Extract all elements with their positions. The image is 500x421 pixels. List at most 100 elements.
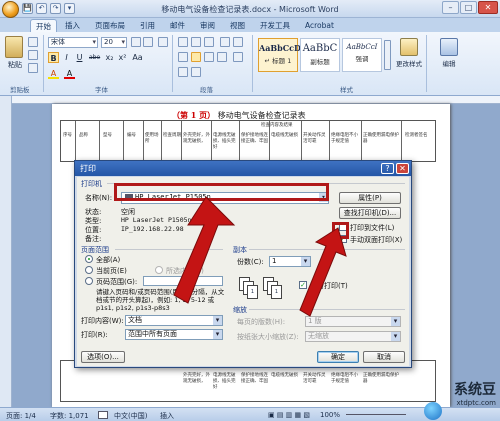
- minimize-button[interactable]: –: [442, 1, 459, 14]
- range-current-radio[interactable]: [85, 266, 93, 274]
- font-size-select[interactable]: 20: [101, 37, 127, 48]
- vertical-ruler[interactable]: [0, 96, 12, 407]
- print-label: 打印(R):: [81, 331, 108, 339]
- paste-label[interactable]: 粘贴: [8, 60, 22, 70]
- tab-developer[interactable]: 开发工具: [255, 19, 295, 32]
- style-sample: AaBbC: [302, 43, 338, 54]
- font-name-select[interactable]: 宋体: [48, 37, 98, 48]
- word-count[interactable]: 字数: 1,071: [50, 411, 89, 421]
- collate-page-icon: 1: [271, 285, 282, 299]
- table-divider: [211, 121, 212, 161]
- style-name: 强调: [355, 55, 369, 63]
- pages-per-sheet-label: 每页的版数(H):: [237, 318, 286, 326]
- superscript-button[interactable]: x²: [117, 52, 128, 63]
- table-cell: 保护接地线连接正确、牢固: [241, 133, 268, 144]
- range-pages-radio[interactable]: [85, 277, 93, 285]
- print-dialog-body: 打印机 名称(N): HP LaserJet P1505n 状态: 空闲 类型:…: [77, 177, 409, 366]
- table-divider: [123, 121, 124, 161]
- proofing-icon[interactable]: [98, 411, 108, 419]
- zoom-level[interactable]: 100%: [320, 411, 340, 419]
- find-printer-button[interactable]: 查找打印机(D)...: [339, 207, 401, 219]
- change-styles-button[interactable]: 更改样式: [396, 38, 422, 68]
- tab-review[interactable]: 审阅: [195, 19, 220, 32]
- manual-duplex-label: 手动双面打印(X): [350, 236, 403, 244]
- change-styles-label: 更改样式: [396, 60, 422, 68]
- page-indicator[interactable]: 页面: 1/4: [6, 411, 36, 421]
- print-range-select[interactable]: 范围中所有页面: [125, 329, 223, 340]
- printer-name-label: 名称(N):: [85, 194, 113, 202]
- line-spacing-icon[interactable]: [233, 52, 243, 62]
- help-button[interactable]: ?: [381, 163, 394, 174]
- print-what-select[interactable]: 文档: [125, 315, 223, 326]
- tab-mailings[interactable]: 邮件: [165, 19, 190, 32]
- table-cell: 使用场所: [145, 133, 159, 144]
- bullets-icon[interactable]: [178, 37, 188, 47]
- multilevel-list-icon[interactable]: [204, 37, 214, 47]
- tab-page-layout[interactable]: 页面布局: [90, 19, 130, 32]
- table-cell: 检查周期: [163, 133, 181, 138]
- close-button[interactable]: ✕: [478, 1, 498, 14]
- print-what-label: 打印内容(W):: [81, 317, 124, 325]
- binoculars-icon: [440, 38, 458, 56]
- tab-home[interactable]: 开始: [30, 19, 57, 32]
- options-button[interactable]: 选项(O)...: [81, 351, 125, 363]
- window-title: 移动电气设备检查记录表.docx - Microsoft Word: [161, 5, 339, 14]
- clear-format-icon[interactable]: [158, 37, 168, 47]
- table-cell: 型号: [103, 133, 112, 138]
- style-subtitle[interactable]: AaBbC 副标题: [300, 38, 340, 72]
- style-emphasis[interactable]: AaBbCcI 强调: [342, 38, 382, 72]
- grow-font-icon[interactable]: [131, 37, 141, 47]
- editing-button[interactable]: 编辑: [432, 38, 466, 68]
- tab-view[interactable]: 视图: [225, 19, 250, 32]
- insert-mode[interactable]: 插入: [160, 411, 174, 421]
- copy-icon[interactable]: [28, 50, 38, 60]
- clipboard-group-label: 剪贴板: [10, 86, 30, 94]
- table-cell: 电源线无破损、插头完好: [213, 373, 236, 390]
- ok-button[interactable]: 确定: [317, 351, 359, 363]
- tab-insert[interactable]: 插入: [60, 19, 85, 32]
- bold-button[interactable]: B: [48, 52, 59, 63]
- shrink-font-icon[interactable]: [143, 37, 153, 47]
- strikethrough-button[interactable]: abe: [89, 52, 100, 63]
- language-indicator[interactable]: 中文(中国): [114, 411, 147, 421]
- paste-icon[interactable]: [5, 36, 23, 58]
- horizontal-ruler[interactable]: [12, 96, 500, 104]
- tab-references[interactable]: 引用: [135, 19, 160, 32]
- table-cell: 电源线无破损、插头完好: [213, 133, 236, 150]
- borders-icon[interactable]: [191, 67, 201, 77]
- maximize-button[interactable]: □: [460, 1, 477, 14]
- align-center-icon[interactable]: [191, 52, 201, 62]
- zoom-slider[interactable]: [346, 414, 406, 415]
- align-right-icon[interactable]: [204, 52, 214, 62]
- justify-icon[interactable]: [217, 52, 227, 62]
- properties-button[interactable]: 属性(P): [339, 192, 401, 204]
- align-left-icon[interactable]: [178, 52, 188, 62]
- font-color-button[interactable]: A: [64, 68, 75, 79]
- style-sample: AaBbCcD: [259, 43, 301, 53]
- highlight-color-button[interactable]: A: [48, 68, 59, 79]
- scale-select[interactable]: 无缩放: [305, 331, 401, 342]
- subscript-button[interactable]: x₂: [104, 52, 115, 63]
- decrease-indent-icon[interactable]: [220, 37, 230, 47]
- style-heading-1[interactable]: AaBbCcD ↵ 标题 1: [258, 38, 301, 72]
- increase-indent-icon[interactable]: [233, 37, 243, 47]
- format-painter-icon[interactable]: [28, 63, 38, 73]
- underline-button[interactable]: U: [74, 52, 85, 63]
- shading-icon[interactable]: [178, 67, 188, 77]
- table-cell: 品称: [79, 133, 88, 138]
- styles-scroll-icon[interactable]: [384, 40, 391, 70]
- range-all-radio[interactable]: [85, 255, 93, 263]
- dialog-close-button[interactable]: ✕: [396, 163, 409, 174]
- ribbon: 粘贴 剪贴板 宋体 20 B I U abe x₂ x² Aa A A 字体 段…: [0, 32, 500, 96]
- view-buttons-icon[interactable]: ▣ ▤ ▥ ▦ ▧: [268, 411, 310, 419]
- table-divider: [75, 121, 76, 161]
- tab-acrobat[interactable]: Acrobat: [300, 19, 339, 32]
- numbering-icon[interactable]: [191, 37, 201, 47]
- change-case-button[interactable]: Aa: [132, 52, 143, 63]
- range-selection-radio[interactable]: [155, 266, 163, 274]
- cut-icon[interactable]: [28, 37, 38, 47]
- italic-button[interactable]: I: [61, 52, 72, 63]
- cancel-button[interactable]: 取消: [363, 351, 405, 363]
- inspection-table: 检查内容及结果 序号 品称 型号 编号 使用场所 检查周期 外壳完好，外观无破损…: [60, 120, 436, 162]
- range-current-label: 当前页(E): [96, 267, 127, 275]
